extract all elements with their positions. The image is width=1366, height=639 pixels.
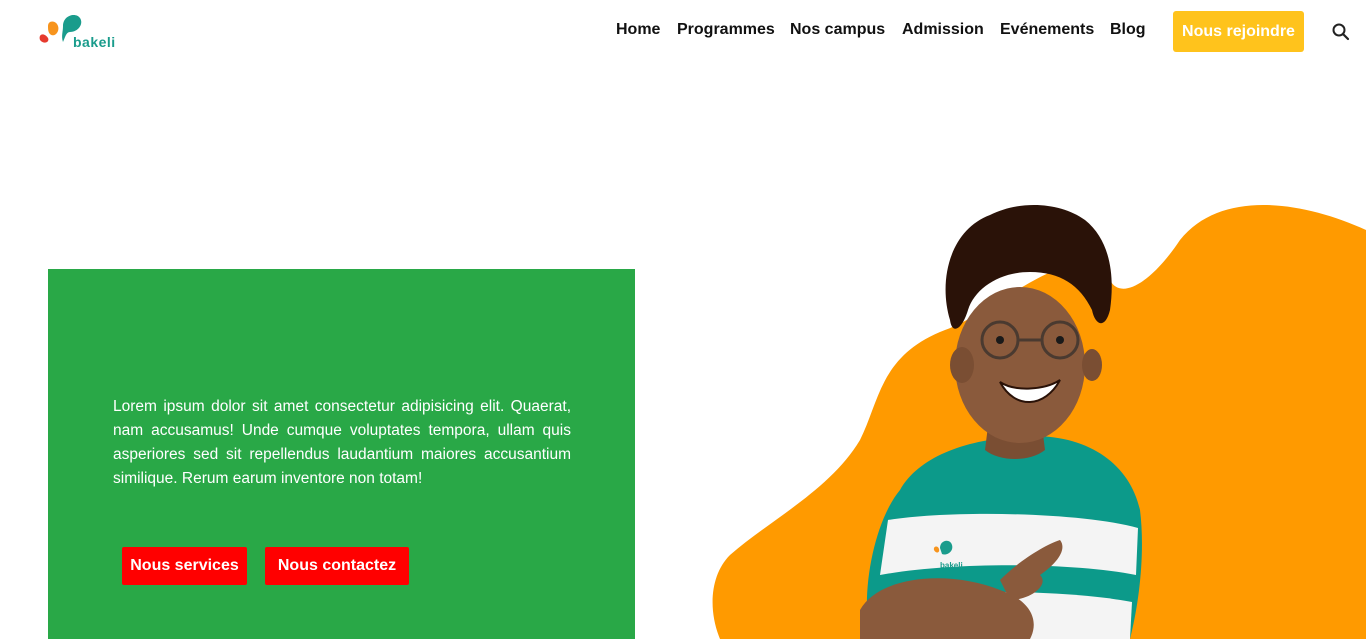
services-button[interactable]: Nous services [122,547,247,585]
main-nav: Home Programmes Nos campus Admission Evé… [0,0,1366,62]
nav-admission[interactable]: Admission [902,21,984,39]
student-illustration: bakeli [712,204,1366,639]
search-icon[interactable] [1331,22,1351,42]
svg-text:bakeli: bakeli [940,561,963,570]
join-button[interactable]: Nous rejoindre [1173,11,1304,52]
nav-blog[interactable]: Blog [1110,21,1146,39]
nav-home[interactable]: Home [616,21,660,39]
nav-programmes[interactable]: Programmes [677,21,775,39]
nav-evenements[interactable]: Evénements [1000,21,1094,39]
contact-button[interactable]: Nous contactez [265,547,409,585]
nav-nos-campus[interactable]: Nos campus [790,21,885,39]
hero-box: Lorem ipsum dolor sit amet consectetur a… [48,269,635,639]
hero-paragraph: Lorem ipsum dolor sit amet consectetur a… [113,397,571,487]
